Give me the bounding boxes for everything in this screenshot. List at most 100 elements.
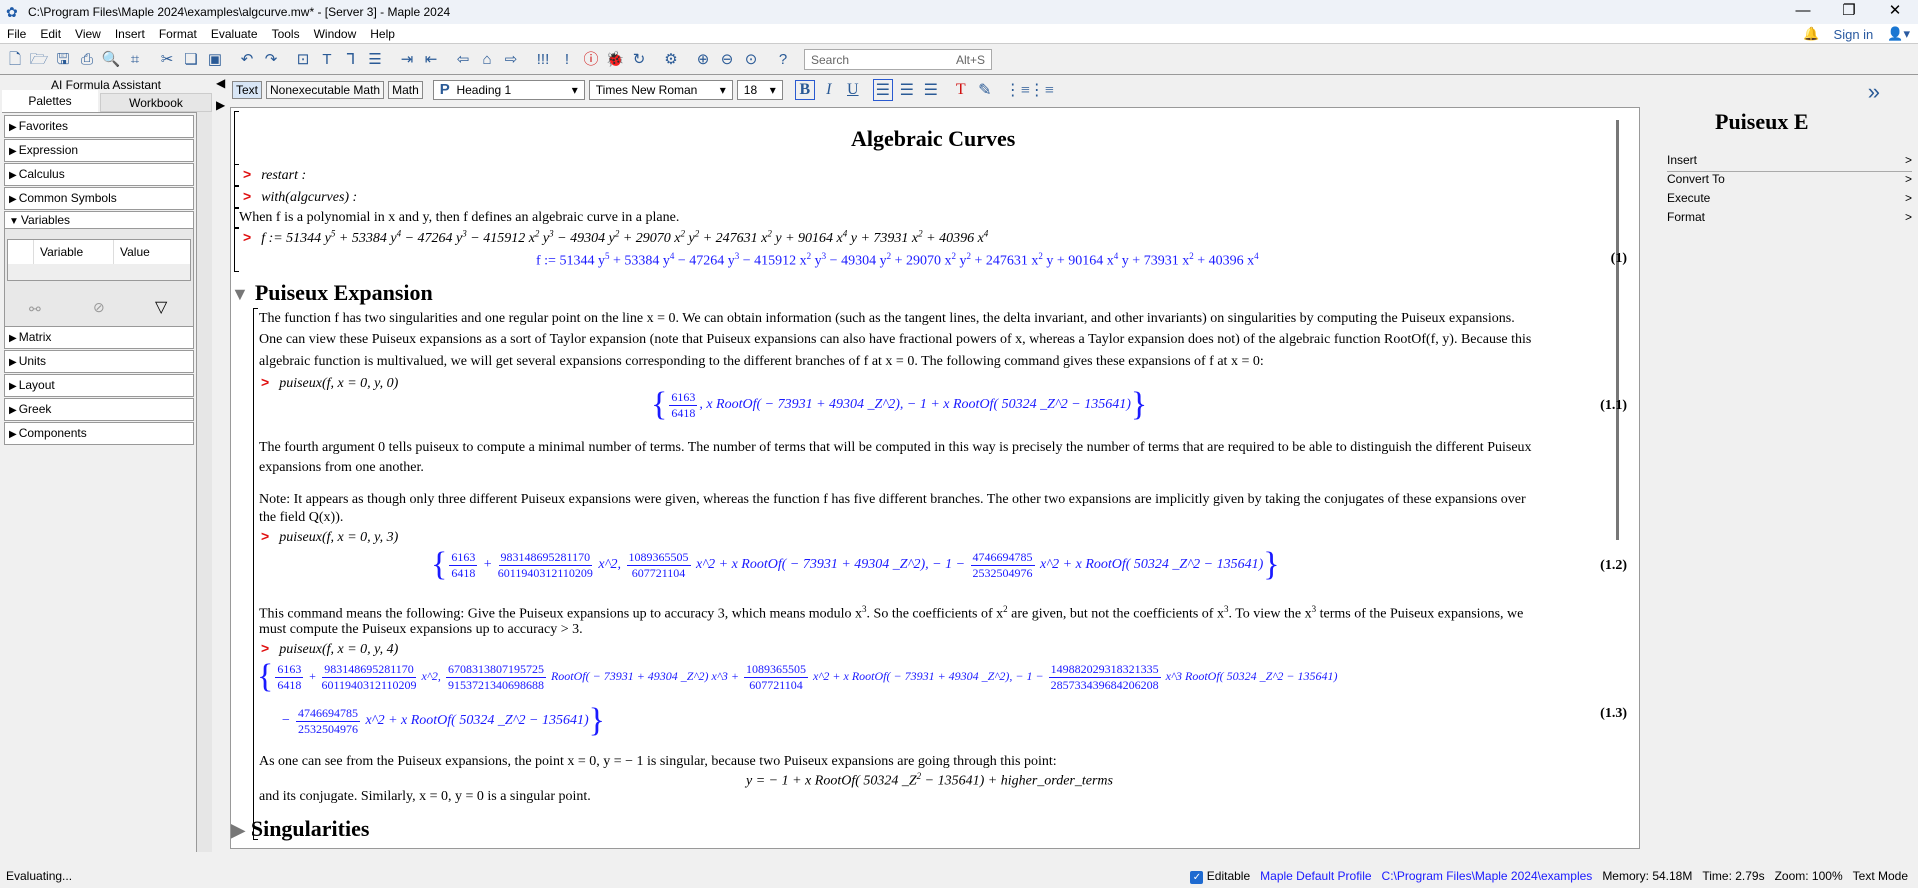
context-menu-convert-to[interactable]: Convert To > xyxy=(1667,172,1912,191)
bell-icon[interactable]: 🔔 xyxy=(1803,26,1819,42)
text-mode-button[interactable]: Text xyxy=(232,81,263,99)
print-icon[interactable]: ⎙ xyxy=(76,49,98,71)
restart-icon[interactable]: ↻ xyxy=(628,49,650,71)
back-icon[interactable]: ⇦ xyxy=(452,49,474,71)
sign-in-link[interactable]: Sign in xyxy=(1834,27,1874,42)
outdent-icon[interactable]: ⇤ xyxy=(420,49,442,71)
menu-file[interactable]: File xyxy=(0,27,33,41)
open-icon[interactable]: 🗁 xyxy=(28,49,50,71)
context-menu-format[interactable]: Format > xyxy=(1667,210,1912,229)
menu-edit[interactable]: Edit xyxy=(33,27,68,41)
zoom-out-icon[interactable]: ⊖ xyxy=(716,49,738,71)
variable-column-header[interactable]: Variable xyxy=(34,240,114,264)
font-color-icon[interactable]: T xyxy=(951,81,971,99)
execute-all-icon[interactable]: !!! xyxy=(532,49,554,71)
align-center-icon[interactable]: ☰ xyxy=(897,80,917,100)
math-mode-button[interactable]: Math xyxy=(388,81,423,99)
underline-button[interactable]: U xyxy=(843,81,863,99)
insert-math-icon[interactable]: ⊡ xyxy=(292,49,314,71)
section-puiseux-expansion[interactable]: ▼ Puiseux Expansion xyxy=(231,280,433,306)
filter-icon[interactable]: ▽ xyxy=(155,297,167,317)
undo-icon[interactable]: ↶ xyxy=(236,49,258,71)
save-icon[interactable]: 🖫 xyxy=(52,49,74,71)
hide-eye-icon[interactable]: ⊘ xyxy=(93,299,105,316)
forward-icon[interactable]: ⇨ xyxy=(500,49,522,71)
tab-palettes[interactable]: Palettes xyxy=(2,90,98,112)
palette-greek[interactable]: ▶ Greek xyxy=(4,398,194,421)
print-preview-icon[interactable]: 🔍 xyxy=(100,49,122,71)
tab-workbook[interactable]: Workbook xyxy=(100,93,212,112)
input-puiseux-3[interactable]: > puiseux(f, x = 0, y, 3) xyxy=(261,528,398,546)
palette-matrix[interactable]: ▶ Matrix xyxy=(4,326,194,349)
input-puiseux-4[interactable]: > puiseux(f, x = 0, y, 4) xyxy=(261,640,398,658)
palette-calculus[interactable]: ▶ Calculus xyxy=(4,163,194,186)
nonexecutable-math-button[interactable]: Nonexecutable Math xyxy=(266,81,385,99)
expand-panel-icon[interactable]: » xyxy=(1868,79,1880,105)
home-icon[interactable]: ⌂ xyxy=(476,49,498,71)
text-mode-icon[interactable]: T xyxy=(316,49,338,71)
execution-group-icon[interactable]: ⅂ xyxy=(340,49,362,71)
help-icon[interactable]: ? xyxy=(772,49,794,71)
input-with[interactable]: > with(algcurves) : xyxy=(243,188,357,206)
user-icon[interactable]: 👤▾ xyxy=(1887,26,1910,42)
collapse-left-panel-icon[interactable]: ◀ xyxy=(216,76,225,90)
editable-checkbox[interactable]: ✓ Editable xyxy=(1190,869,1250,884)
worksheet[interactable]: Algebraic Curves > restart : > with(algcur… xyxy=(230,107,1640,849)
menu-evaluate[interactable]: Evaluate xyxy=(204,27,265,41)
palette-variables[interactable]: ▼ Variables xyxy=(4,211,194,229)
zoom-reset-icon[interactable]: ⊙ xyxy=(740,49,762,71)
font-select[interactable]: Times New Roman ▾ xyxy=(588,80,733,100)
style-select[interactable]: P Heading 1 ▾ xyxy=(432,80,585,100)
palette-common-symbols[interactable]: ▶ Common Symbols xyxy=(4,187,194,210)
highlight-icon[interactable]: ✎ xyxy=(975,80,995,100)
section-singularities[interactable]: ▶ Singularities xyxy=(231,816,369,842)
palette-components[interactable]: ▶ Components xyxy=(4,422,194,445)
input-restart[interactable]: > restart : xyxy=(243,166,306,184)
input-puiseux-0[interactable]: > puiseux(f, x = 0, y, 0) xyxy=(261,374,398,392)
document-scrollbar[interactable] xyxy=(1616,120,1619,540)
restore-button[interactable]: ❐ xyxy=(1826,0,1872,24)
crop-icon[interactable]: ⌗ xyxy=(124,49,146,71)
paragraph-icon[interactable]: ☰ xyxy=(364,49,386,71)
profile-link[interactable]: Maple Default Profile xyxy=(1260,869,1371,883)
align-left-icon[interactable]: ☰ xyxy=(872,79,893,101)
copy-icon[interactable]: ❏ xyxy=(180,49,202,71)
paste-icon[interactable]: ▣ xyxy=(204,49,226,71)
palette-scrollbar[interactable] xyxy=(196,112,212,852)
cut-icon[interactable]: ✂ xyxy=(156,49,178,71)
bold-button[interactable]: B xyxy=(794,80,815,100)
close-button[interactable]: ✕ xyxy=(1872,0,1918,24)
value-column-header[interactable]: Value xyxy=(114,240,150,264)
redo-icon[interactable]: ↷ xyxy=(260,49,282,71)
indent-icon[interactable]: ⇥ xyxy=(396,49,418,71)
menu-view[interactable]: View xyxy=(68,27,108,41)
menu-format[interactable]: Format xyxy=(152,27,204,41)
italic-button[interactable]: I xyxy=(819,81,839,99)
execute-icon[interactable]: ! xyxy=(556,49,578,71)
numbered-list-icon[interactable]: ⋮≡ xyxy=(1029,80,1054,100)
zoom-in-icon[interactable]: ⊕ xyxy=(692,49,714,71)
palette-favorites[interactable]: ▶ Favorites xyxy=(4,115,194,138)
context-menu-execute[interactable]: Execute > xyxy=(1667,191,1912,210)
search-input[interactable]: Search Alt+S xyxy=(804,49,992,70)
palette-layout[interactable]: ▶ Layout xyxy=(4,374,194,397)
debug-icon[interactable]: 🐞 xyxy=(604,49,626,71)
context-menu-insert[interactable]: Insert > xyxy=(1667,153,1912,172)
palette-expression[interactable]: ▶ Expression xyxy=(4,139,194,162)
palette-units[interactable]: ▶ Units xyxy=(4,350,194,373)
stop-icon[interactable]: ⓘ xyxy=(580,49,602,71)
path-link[interactable]: C:\Program Files\Maple 2024\examples xyxy=(1382,869,1593,883)
glasses-icon[interactable]: ⚯ xyxy=(29,301,41,318)
menu-tools[interactable]: Tools xyxy=(265,27,307,41)
minimize-button[interactable]: — xyxy=(1780,0,1826,24)
menu-help[interactable]: Help xyxy=(363,27,402,41)
settings-icon[interactable]: ⚙ xyxy=(660,49,682,71)
menu-window[interactable]: Window xyxy=(307,27,364,41)
expand-left-panel-icon[interactable]: ▶ xyxy=(216,98,225,112)
bullet-list-icon[interactable]: ⋮≡ xyxy=(1005,80,1030,100)
font-size-select[interactable]: 18 ▾ xyxy=(736,80,783,100)
align-right-icon[interactable]: ☰ xyxy=(921,80,941,100)
menu-insert[interactable]: Insert xyxy=(108,27,152,41)
new-icon[interactable]: 🗋 xyxy=(4,49,26,71)
input-f-definition[interactable]: > f := 51344 y5 + 53384 y4 − 47264 y3 − 4… xyxy=(243,228,988,247)
